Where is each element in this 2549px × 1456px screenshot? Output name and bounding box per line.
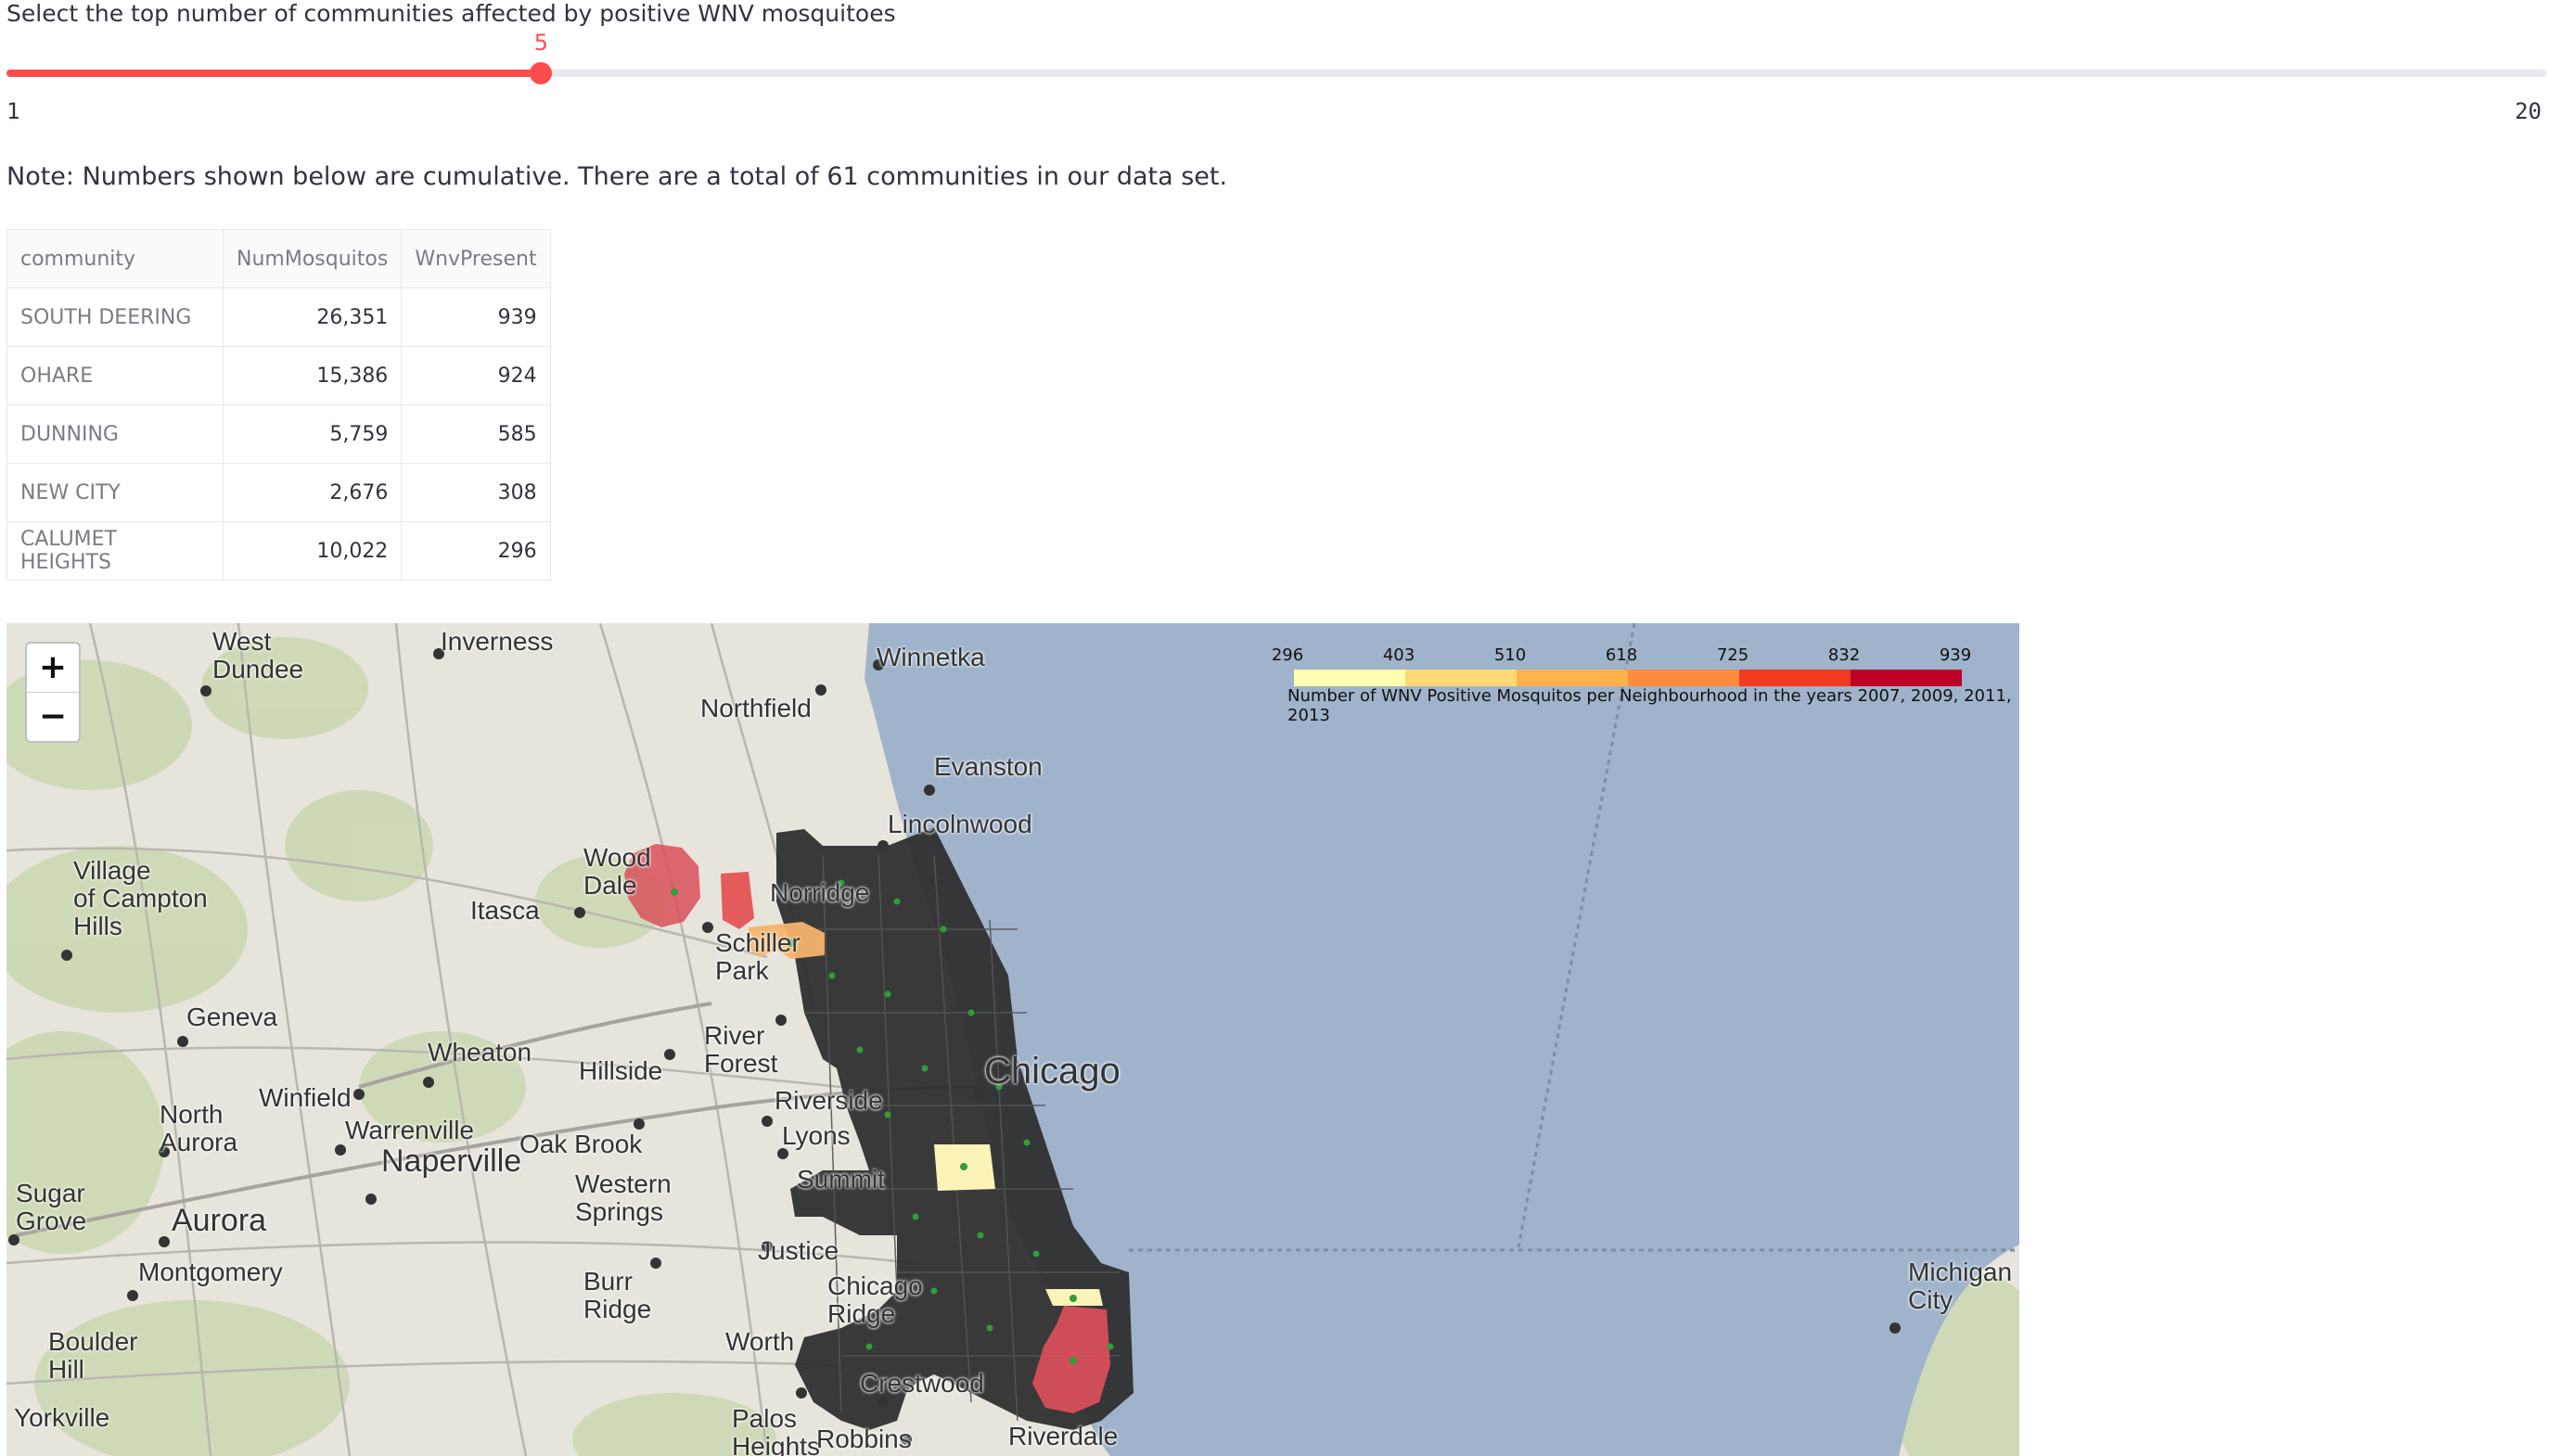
place-label: Hillside [579,1056,663,1085]
place-label: Wheaton [428,1038,532,1066]
place-label: Chicago Ridge [827,1271,923,1328]
communities-table: community NumMosquitos WnvPresent SOUTH … [6,229,551,581]
slider-label: Select the top number of communities aff… [6,0,896,27]
slider-min-label: 1 [6,98,20,124]
slider-current-value: 5 [533,30,549,56]
choropleth-map[interactable]: + − 296 403 510 618 725 832 939 Number o… [6,623,2019,1456]
zoom-control: + − [25,642,81,743]
place-label: Sugar Grove [16,1179,87,1235]
zoom-in-button[interactable]: + [27,644,79,692]
cell-num-mosquitos: 26,351 [222,287,403,347]
legend-tick: 618 [1605,645,1638,665]
cell-num-mosquitos: 5,759 [222,404,403,464]
place-label: Winnetka [877,643,985,671]
place-label: Montgomery [138,1258,283,1286]
legend-tick: 510 [1493,645,1527,665]
slider-thumb[interactable] [530,62,553,84]
place-label: River Forest [704,1021,778,1078]
place-label: Geneva [186,1003,278,1031]
legend-tick: 403 [1382,645,1415,665]
place-label: Worth [725,1327,795,1356]
place-label: Village of Campton Hills [73,856,208,940]
place-label: Burr Ridge [583,1267,652,1323]
place-label: Crestwood [860,1369,984,1398]
legend-tick: 832 [1827,645,1861,665]
community-ohare-extension[interactable] [721,872,754,929]
cell-wnv-present: 939 [401,287,551,347]
place-label: Riverdale [1008,1422,1119,1450]
column-header-wnv-present[interactable]: WnvPresent [401,229,551,288]
place-label: Naperville [381,1143,522,1179]
cell-wnv-present: 296 [401,521,551,581]
place-label: Lyons [782,1121,851,1150]
place-label: Warrenville [345,1116,474,1144]
cell-num-mosquitos: 2,676 [222,463,403,522]
map-tiles [6,623,2019,1456]
place-label: Justice [758,1236,839,1265]
cell-community: CALUMET HEIGHTS [6,521,224,581]
cell-community: OHARE [6,346,224,405]
place-label: Inverness [441,627,554,656]
place-label: Riverside [775,1086,883,1115]
place-label: Western Springs [575,1169,672,1226]
zoom-out-button[interactable]: − [27,692,79,741]
place-label: Palos Heights [732,1404,820,1456]
cell-community: DUNNING [6,404,224,464]
table-row: CALUMET HEIGHTS 10,022 296 [6,521,551,581]
place-label: Schiller Park [715,928,801,985]
place-label: Winfield [259,1083,352,1112]
place-label-chicago: Chicago [984,1051,1121,1092]
place-label: Michigan City [1908,1258,2013,1314]
place-label: West Dundee [212,627,304,683]
slider-fill [6,70,542,77]
table-row: SOUTH DEERING 26,351 939 [6,287,551,347]
note-text: Note: Numbers shown below are cumulative… [6,162,1228,191]
cell-community: NEW CITY [6,463,224,522]
table-row: NEW CITY 2,676 308 [6,463,551,522]
place-label: Norridge [770,878,870,907]
place-label: Robbins [816,1424,912,1453]
place-label: Boulder Hill [48,1327,138,1384]
slider-max-label: 20 [2515,98,2542,124]
slider-track[interactable] [6,70,2546,77]
legend-caption: Number of WNV Positive Mosquitos per Nei… [1287,686,2012,725]
place-label: Yorkville [14,1403,110,1432]
cell-wnv-present: 924 [401,346,551,405]
place-label: North Aurora [160,1100,238,1156]
cell-community: SOUTH DEERING [6,287,224,347]
table-header-row: community NumMosquitos WnvPresent [6,229,551,288]
cell-wnv-present: 308 [401,463,551,522]
place-label: Lincolnwood [888,810,1032,838]
table-row: OHARE 15,386 924 [6,346,551,405]
place-label: Wood Dale [583,843,651,900]
place-label: Oak Brook [519,1130,643,1158]
cell-num-mosquitos: 15,386 [222,346,403,405]
place-label: Summit [797,1165,885,1194]
cell-num-mosquitos: 10,022 [222,521,403,581]
place-label: Evanston [934,752,1043,781]
legend-tick: 939 [1939,645,1972,665]
place-label: Itasca [470,896,540,925]
place-label: Aurora [172,1203,267,1238]
table-row: DUNNING 5,759 585 [6,404,551,464]
column-header-num-mosquitos[interactable]: NumMosquitos [222,229,403,288]
place-label: Northfield [700,694,812,722]
cell-wnv-present: 585 [401,404,551,464]
legend-tick: 296 [1271,645,1304,665]
column-header-community[interactable]: community [6,229,224,288]
legend-tick: 725 [1716,645,1749,665]
